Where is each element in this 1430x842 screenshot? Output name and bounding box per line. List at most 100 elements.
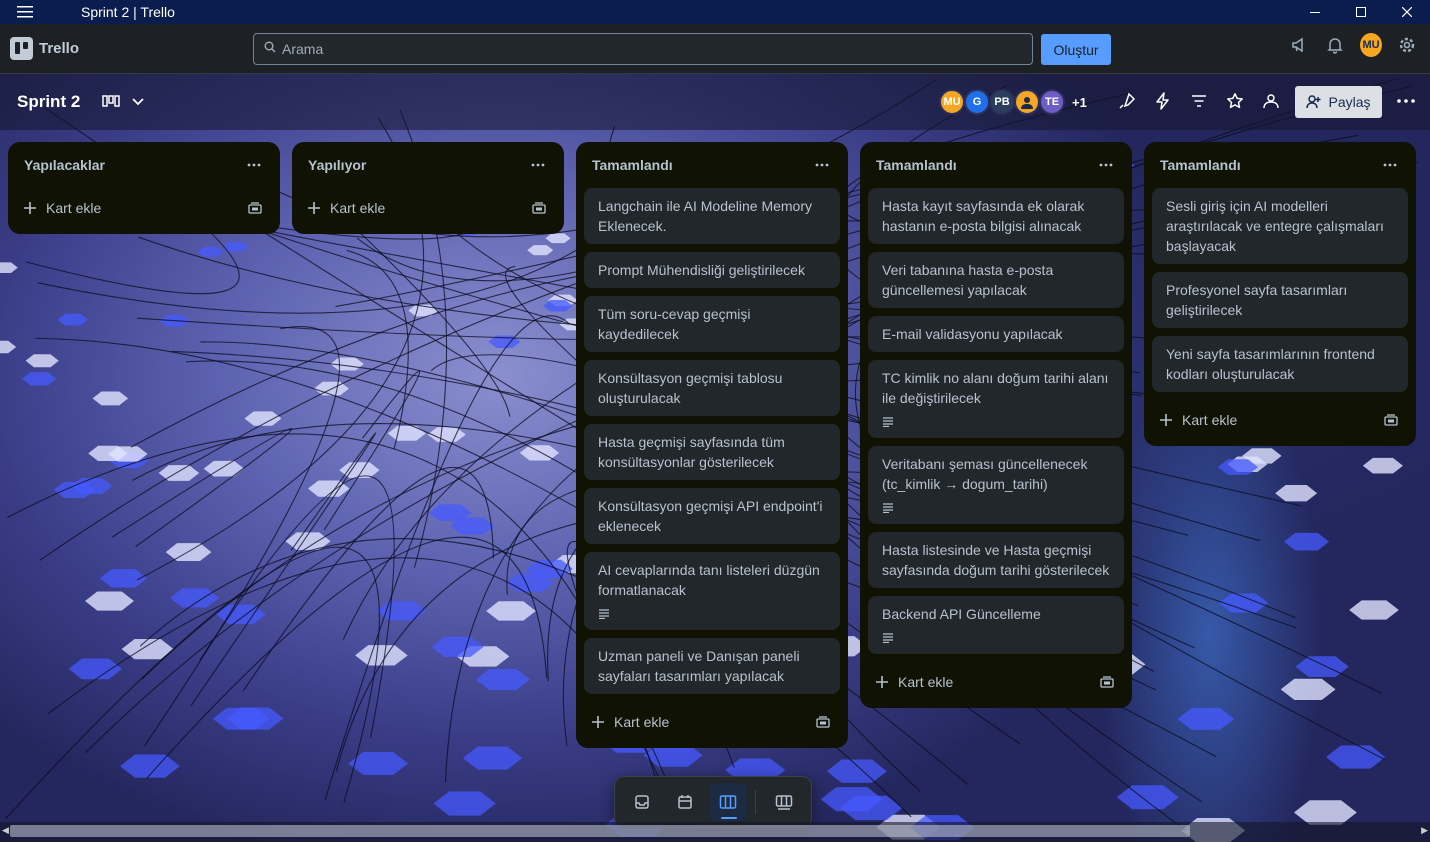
user-avatar[interactable]: MU <box>1360 33 1382 57</box>
card[interactable]: Konsültasyon geçmişi tablosu oluşturulac… <box>584 360 840 416</box>
add-card-button[interactable]: Kart ekle <box>308 200 385 216</box>
scroll-left-arrow-icon[interactable]: ◀ <box>2 825 9 836</box>
list-menu-icon[interactable] <box>1378 153 1402 177</box>
hexagon-tile <box>475 669 530 691</box>
card[interactable]: Konsültasyon geçmişi API endpoint'i ekle… <box>584 488 840 544</box>
card[interactable]: Backend API Güncelleme <box>868 596 1124 654</box>
list-header[interactable]: Tamamlandı <box>868 142 1124 188</box>
switch-boards-view-button[interactable] <box>764 783 803 821</box>
list-menu-icon[interactable] <box>1094 153 1118 177</box>
list-menu-icon[interactable] <box>810 153 834 177</box>
card-title: Veritabanı şeması güncellenecek (tc_kiml… <box>882 456 1088 492</box>
board-members[interactable]: MU G PB TE +1 <box>939 89 1087 115</box>
switch-boards-icon <box>775 794 793 810</box>
card-title: AI cevaplarında tanı listeleri düzgün fo… <box>598 562 820 598</box>
card-badges <box>882 500 1110 516</box>
add-card-button[interactable]: Kart ekle <box>876 674 953 690</box>
card[interactable]: TC kimlik no alanı doğum tarihi alanı il… <box>868 360 1124 438</box>
card[interactable]: Hasta geçmişi sayfasında tüm konsültasyo… <box>584 424 840 480</box>
list-title[interactable]: Yapılıyor <box>308 157 366 173</box>
visibility-icon[interactable] <box>1260 90 1282 112</box>
add-card-label: Kart ekle <box>614 714 670 730</box>
description-icon <box>883 503 893 513</box>
card[interactable]: E-mail validasyonu yapılacak <box>868 316 1124 352</box>
board-view-button[interactable] <box>708 783 748 821</box>
horizontal-scrollbar[interactable]: ◀ ▶ <box>0 822 1430 842</box>
create-button[interactable]: Oluştur <box>1041 34 1111 65</box>
search-box[interactable] <box>253 33 1033 65</box>
card-badges <box>598 606 826 622</box>
card[interactable]: Hasta listesinde ve Hasta geçmişi sayfas… <box>868 532 1124 588</box>
list-menu-icon[interactable] <box>526 153 550 177</box>
board-menu-icon[interactable] <box>1395 90 1417 112</box>
list-column: Yapılacaklar Kart ekle <box>8 142 280 234</box>
maximize-icon[interactable] <box>1338 0 1384 24</box>
card[interactable]: Uzman paneli ve Danışan paneli sayfaları… <box>584 638 840 694</box>
member-avatar[interactable] <box>1014 89 1040 115</box>
list-column: Tamamlandı Hasta kayıt sayfasında ek olar… <box>860 142 1132 708</box>
card-template-icon[interactable] <box>246 199 264 217</box>
list-title[interactable]: Yapılacaklar <box>24 157 105 173</box>
member-avatar[interactable]: MU <box>939 89 965 115</box>
member-avatar[interactable]: PB <box>989 89 1015 115</box>
list-header[interactable]: Tamamlandı <box>1152 142 1408 188</box>
card[interactable]: Veri tabanına hasta e-posta güncellemesi… <box>868 252 1124 308</box>
filter-icon[interactable] <box>1188 90 1210 112</box>
plus-icon <box>592 716 604 728</box>
hexagon-tile <box>1325 745 1386 769</box>
trello-logo[interactable]: Trello <box>10 37 79 60</box>
card[interactable]: AI cevaplarında tanı listeleri düzgün fo… <box>584 552 840 630</box>
card[interactable]: Veritabanı şeması güncellenecek (tc_kiml… <box>868 446 1124 524</box>
hexagon-tile <box>427 427 466 442</box>
close-icon[interactable] <box>1384 0 1430 24</box>
add-card-row: Kart ekle <box>1152 400 1408 440</box>
share-button[interactable]: Paylaş <box>1295 86 1382 118</box>
member-avatar[interactable]: G <box>964 89 990 115</box>
automation-icon[interactable] <box>1152 90 1174 112</box>
list-header[interactable]: Yapılacaklar <box>16 142 272 188</box>
megaphone-icon[interactable] <box>1288 34 1310 56</box>
add-card-button[interactable]: Kart ekle <box>1160 412 1237 428</box>
star-icon[interactable] <box>1224 90 1246 112</box>
card[interactable]: Langchain ile AI Modeline Memory Eklenec… <box>584 188 840 244</box>
list-menu-icon[interactable] <box>242 153 266 177</box>
minimize-icon[interactable] <box>1292 0 1338 24</box>
hexagon-tile <box>158 465 200 481</box>
board-view-selector[interactable] <box>102 95 144 109</box>
card[interactable]: Tüm soru-cevap geçmişi kaydedilecek <box>584 296 840 352</box>
list-header[interactable]: Tamamlandı <box>584 142 840 188</box>
add-card-button[interactable]: Kart ekle <box>592 714 669 730</box>
search-input[interactable] <box>282 41 982 57</box>
list-header[interactable]: Yapılıyor <box>300 142 556 188</box>
hexagon-tile <box>203 460 245 477</box>
board-title[interactable]: Sprint 2 <box>17 92 80 112</box>
gear-icon[interactable] <box>1396 34 1418 56</box>
inbox-view-button[interactable] <box>623 783 662 821</box>
list-title[interactable]: Tamamlandı <box>876 157 957 173</box>
hexagon-tile <box>0 262 18 273</box>
calendar-view-button[interactable] <box>666 783 705 821</box>
add-card-button[interactable]: Kart ekle <box>24 200 101 216</box>
list-title[interactable]: Tamamlandı <box>592 157 673 173</box>
card-template-icon[interactable] <box>814 713 832 731</box>
card[interactable]: Yeni sayfa tasarımlarının frontend kodla… <box>1152 336 1408 392</box>
more-members-count[interactable]: +1 <box>1072 95 1087 110</box>
list-title[interactable]: Tamamlandı <box>1160 157 1241 173</box>
card[interactable]: Sesli giriş için AI modelleri araştırıla… <box>1152 188 1408 264</box>
card[interactable]: Profesyonel sayfa tasarımları geliştiril… <box>1152 272 1408 328</box>
member-avatar[interactable]: TE <box>1039 89 1065 115</box>
card-template-icon[interactable] <box>1098 673 1116 691</box>
hexagon-tile <box>197 246 224 257</box>
power-ups-icon[interactable] <box>1116 90 1138 112</box>
list-column: Tamamlandı Sesli giriş için AI modelleri … <box>1144 142 1416 446</box>
hamburger-menu-icon[interactable] <box>0 6 50 18</box>
card-template-icon[interactable] <box>530 199 548 217</box>
hexagon-tile <box>826 759 887 783</box>
card-template-icon[interactable] <box>1382 411 1400 429</box>
card[interactable]: Hasta kayıt sayfasında ek olarak hastanı… <box>868 188 1124 244</box>
scroll-right-arrow-icon[interactable]: ▶ <box>1421 825 1428 836</box>
scrollbar-thumb[interactable] <box>10 825 1190 837</box>
bell-icon[interactable] <box>1324 34 1346 56</box>
card-badges <box>882 630 1110 646</box>
card[interactable]: Prompt Mühendisliği geliştirilecek <box>584 252 840 288</box>
